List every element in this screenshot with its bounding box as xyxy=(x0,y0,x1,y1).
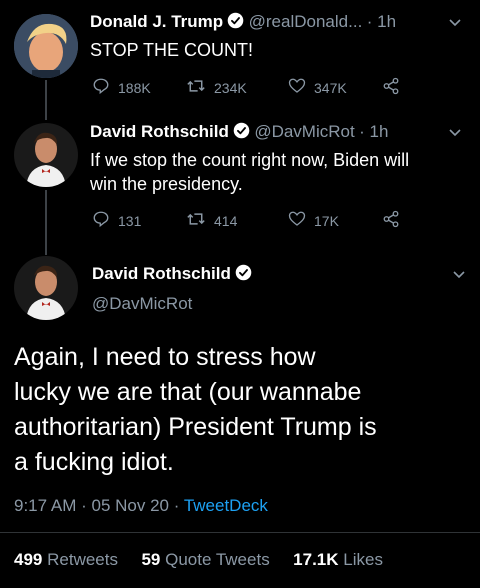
author-name[interactable]: David Rothschild xyxy=(90,122,229,141)
heart-icon xyxy=(288,210,314,231)
author-handle[interactable]: @realDonald... xyxy=(249,12,363,31)
tweet-text-line: If we stop the count right now, Biden wi… xyxy=(90,150,410,170)
likes-count: 17.1K xyxy=(293,550,339,569)
chevron-down-icon[interactable] xyxy=(448,16,462,35)
tweet-text: If we stop the count right now, Biden wi… xyxy=(90,148,409,196)
thread-connector xyxy=(45,190,47,255)
quotes-stat[interactable]: 59 Quote Tweets xyxy=(141,550,269,569)
thread-connector xyxy=(45,80,47,120)
reply-button[interactable]: 188K xyxy=(92,77,151,98)
tweet-text-line: authoritarian) President Trump is xyxy=(14,413,377,441)
likes-stat[interactable]: 17.1K Likes xyxy=(293,550,383,569)
reply-icon xyxy=(92,210,118,231)
engagement-stats: 499 Retweets 59 Quote Tweets 17.1K Likes xyxy=(14,550,383,570)
tweet-text-line: Again, I need to stress how xyxy=(14,343,316,371)
reply-button[interactable]: 131 xyxy=(92,210,141,231)
retweet-count: 234K xyxy=(214,79,247,96)
retweets-stat[interactable]: 499 Retweets xyxy=(14,550,118,569)
quotes-label: Quote Tweets xyxy=(165,550,270,569)
retweet-icon xyxy=(186,210,214,231)
avatar[interactable] xyxy=(14,14,78,78)
author-handle[interactable]: @DavMicRot xyxy=(254,122,354,141)
retweet-count: 414 xyxy=(214,212,238,229)
quotes-count: 59 xyxy=(141,550,161,569)
share-icon xyxy=(382,77,408,98)
retweet-button[interactable]: 234K xyxy=(186,77,247,98)
verified-badge-icon xyxy=(227,12,244,34)
divider xyxy=(0,532,480,533)
verified-badge-icon xyxy=(235,264,252,286)
author-handle[interactable]: @DavMicRot xyxy=(92,294,192,314)
tweet-text-line: win the presidency. xyxy=(90,174,243,194)
tweet-text-line: lucky we are that (our wannabe xyxy=(14,378,362,406)
share-icon xyxy=(382,210,408,231)
source-link[interactable]: TweetDeck xyxy=(184,496,268,515)
like-button[interactable]: 17K xyxy=(288,210,339,231)
reply-count: 131 xyxy=(118,212,142,229)
retweet-icon xyxy=(186,77,214,98)
timestamp[interactable]: · 1h xyxy=(367,12,396,31)
heart-icon xyxy=(288,77,314,98)
tweet-text: Again, I need to stress how lucky we are… xyxy=(14,340,474,480)
avatar[interactable] xyxy=(14,123,78,187)
verified-badge-icon xyxy=(233,122,250,144)
tweet-meta: 9:17 AM · 05 Nov 20 · TweetDeck xyxy=(14,496,268,515)
tweet-date[interactable]: 05 Nov 20 xyxy=(92,496,170,515)
chevron-down-icon[interactable] xyxy=(448,126,462,145)
like-button[interactable]: 347K xyxy=(288,77,347,98)
share-button[interactable] xyxy=(382,210,408,231)
chevron-down-icon[interactable] xyxy=(452,268,466,287)
tweet-text: STOP THE COUNT! xyxy=(90,40,254,60)
retweets-count: 499 xyxy=(14,550,43,569)
tweet-time[interactable]: 9:17 AM xyxy=(14,496,76,515)
retweet-button[interactable]: 414 xyxy=(186,210,237,231)
likes-label: Likes xyxy=(343,550,383,569)
reply-icon xyxy=(92,77,118,98)
like-count: 347K xyxy=(314,79,347,96)
reply-count: 188K xyxy=(118,79,151,96)
timestamp[interactable]: · 1h xyxy=(359,122,388,141)
author-name[interactable]: David Rothschild xyxy=(92,264,231,283)
avatar[interactable] xyxy=(14,256,78,320)
retweets-label: Retweets xyxy=(47,550,118,569)
tweet-text-line: a fucking idiot. xyxy=(14,448,174,476)
share-button[interactable] xyxy=(382,77,408,98)
author-name[interactable]: Donald J. Trump xyxy=(90,12,223,31)
like-count: 17K xyxy=(314,212,339,229)
